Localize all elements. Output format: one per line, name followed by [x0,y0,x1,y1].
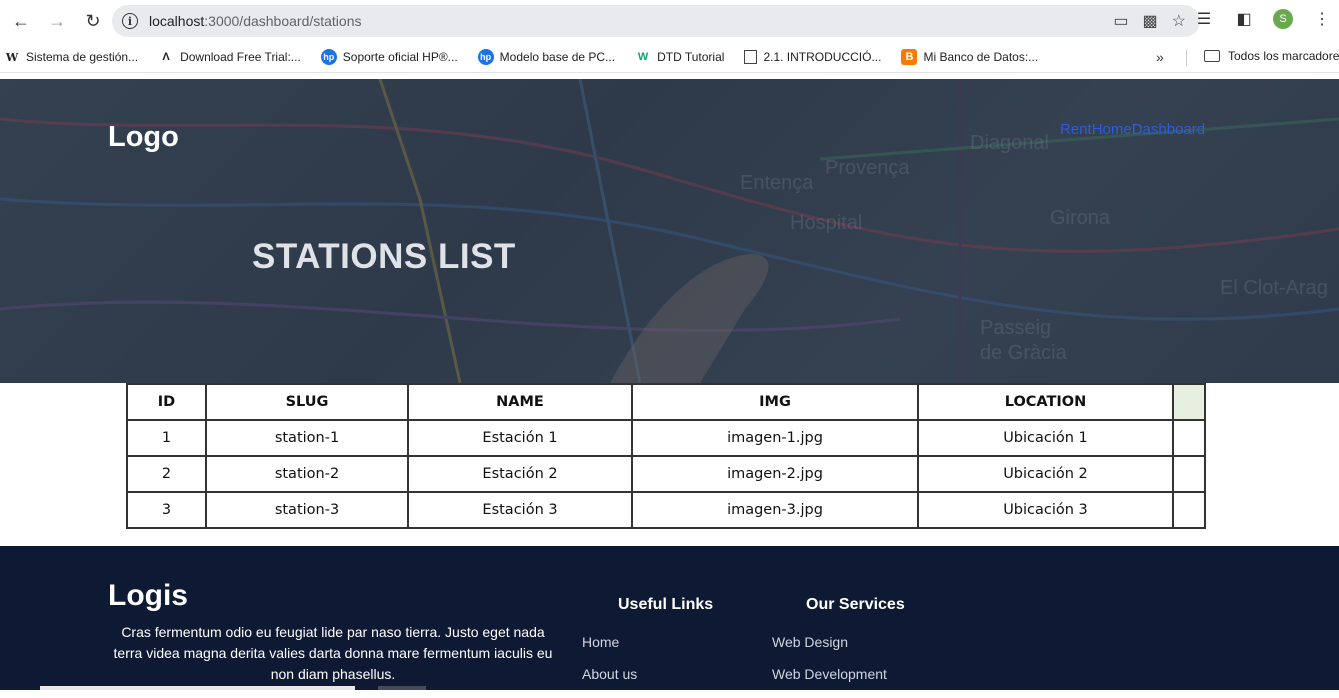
cell-actions[interactable] [1172,491,1206,529]
cell-id: 3 [126,491,207,529]
cell-location: Ubicación 2 [917,455,1174,493]
blogger-icon: B [901,49,918,65]
cell-actions[interactable] [1172,455,1206,493]
bookmark-item[interactable]: 2.1. INTRODUCCIÓ... [744,50,881,64]
bookmark-label: 2.1. INTRODUCCIÓ... [763,50,882,64]
footer-link-about[interactable]: About us [582,666,713,682]
profile-avatar[interactable]: S [1273,9,1293,29]
document-icon [744,50,758,64]
translate-icon[interactable]: ▩ [1143,11,1158,31]
column-header-name: NAME [407,383,633,421]
site-footer: Logis Cras fermentum odio eu feugiat lid… [0,546,1339,690]
hp-icon: hp [320,49,337,65]
bookmark-label: Download Free Trial:... [180,50,301,64]
cell-actions[interactable] [1172,419,1206,457]
site-info-icon[interactable]: i [122,13,138,29]
arch-icon: Λ [162,51,170,63]
address-bar[interactable]: i localhost:3000/dashboard/stations ▭ ▩ … [112,5,1200,37]
footer-description: Cras fermentum odio eu feugiat lide par … [113,624,553,682]
bookmark-label: Modelo base de PC... [499,50,616,64]
cell-id: 2 [126,455,207,493]
nav-link-home[interactable]: Home [1092,121,1132,138]
footer-link-home[interactable]: Home [582,634,713,650]
reload-icon[interactable]: ↻ [80,8,106,34]
cell-img: imagen-3.jpg [631,491,919,529]
cell-slug: station-2 [205,455,409,493]
footer-link-web-development[interactable]: Web Development [772,666,905,682]
page-title: STATIONS LIST [252,237,516,276]
url-path: :3000/dashboard/stations [204,13,362,29]
bookmark-item[interactable]: hp Soporte oficial HP®... [320,49,458,65]
w3schools-icon: W [637,51,649,63]
bookmark-label: DTD Tutorial [657,50,725,64]
menu-kebab-icon[interactable]: ⋮ [1311,8,1333,30]
column-header-slug: SLUG [205,383,409,421]
hp-icon: hp [477,49,494,65]
nav-link-rent[interactable]: Rent [1060,121,1092,138]
bookmarks-bar: W Sistema de gestión... Λ Download Free Tr… [0,42,1339,73]
cell-name: Estación 1 [407,419,633,457]
side-panel-icon[interactable]: ◧ [1233,8,1255,30]
cell-location: Ubicación 1 [917,419,1174,457]
hero-banner: Entença Provença Diagonal Girona Hospita… [0,79,1339,383]
all-bookmarks-label: Todos los marcadores [1228,49,1339,63]
bookmark-item[interactable]: hp Modelo base de PC... [477,49,616,65]
folder-icon [1204,50,1220,62]
more-bookmarks-icon[interactable]: » [1156,49,1164,65]
bookmark-star-icon[interactable]: ☆ [1172,11,1186,31]
column-header-location: LOCATION [917,383,1174,421]
services-column: Our Services Web Design Web Development [772,596,905,698]
cell-name: Estación 2 [407,455,633,493]
table-row: 2 station-2 Estación 2 imagen-2.jpg Ubic… [126,455,1206,493]
bookmark-item[interactable]: Λ Download Free Trial:... [158,49,301,65]
url-text[interactable]: localhost:3000/dashboard/stations [149,13,362,29]
stations-table: ID SLUG NAME IMG LOCATION 1 station-1 Es… [126,383,1206,529]
stations-table-container: ID SLUG NAME IMG LOCATION 1 station-1 Es… [126,383,1206,529]
cell-name: Estación 3 [407,491,633,529]
cell-id: 1 [126,419,207,457]
cell-location: Ubicación 3 [917,491,1174,529]
cell-slug: station-1 [205,419,409,457]
horizontal-scrollbar-track[interactable] [40,686,355,690]
nav-link-dashboard[interactable]: Dashboard [1132,121,1205,138]
footer-logo[interactable]: Logis [108,579,188,613]
wikipedia-icon: W [5,50,19,64]
install-app-icon[interactable]: ▭ [1113,11,1128,31]
bookmark-label: Mi Banco de Datos:... [923,50,1039,64]
horizontal-scrollbar-thumb[interactable] [378,686,426,690]
site-logo[interactable]: Logo [108,121,179,154]
url-host: localhost [149,13,205,29]
bookmarks-divider [1186,50,1187,66]
cell-img: imagen-2.jpg [631,455,919,493]
back-icon[interactable]: ← [8,8,34,34]
bookmark-item[interactable]: B Mi Banco de Datos:... [901,49,1038,65]
media-control-icon[interactable]: ☰ [1193,8,1215,30]
bookmark-item[interactable]: W Sistema de gestión... [4,49,138,65]
main-nav: Rent Home Dashboard [1060,121,1205,138]
all-bookmarks-button[interactable]: Todos los marcadores [1204,49,1339,63]
services-heading: Our Services [806,596,905,613]
browser-toolbar: ← → ↻ i localhost:3000/dashboard/station… [0,0,1339,42]
table-header-row: ID SLUG NAME IMG LOCATION [126,383,1206,421]
footer-link-web-design[interactable]: Web Design [772,634,905,650]
bookmark-item[interactable]: W DTD Tutorial [635,49,725,65]
useful-links-column: Useful Links Home About us [582,596,713,698]
bookmark-label: Sistema de gestión... [26,50,139,64]
cell-img: imagen-1.jpg [631,419,919,457]
bookmark-label: Soporte oficial HP®... [342,50,458,64]
column-header-img: IMG [631,383,919,421]
table-row: 3 station-3 Estación 3 imagen-3.jpg Ubic… [126,491,1206,529]
column-header-id: ID [126,383,207,421]
forward-icon[interactable]: → [44,8,70,34]
column-header-actions [1172,383,1206,421]
cell-slug: station-3 [205,491,409,529]
table-row: 1 station-1 Estación 1 imagen-1.jpg Ubic… [126,419,1206,457]
useful-links-heading: Useful Links [618,596,714,613]
